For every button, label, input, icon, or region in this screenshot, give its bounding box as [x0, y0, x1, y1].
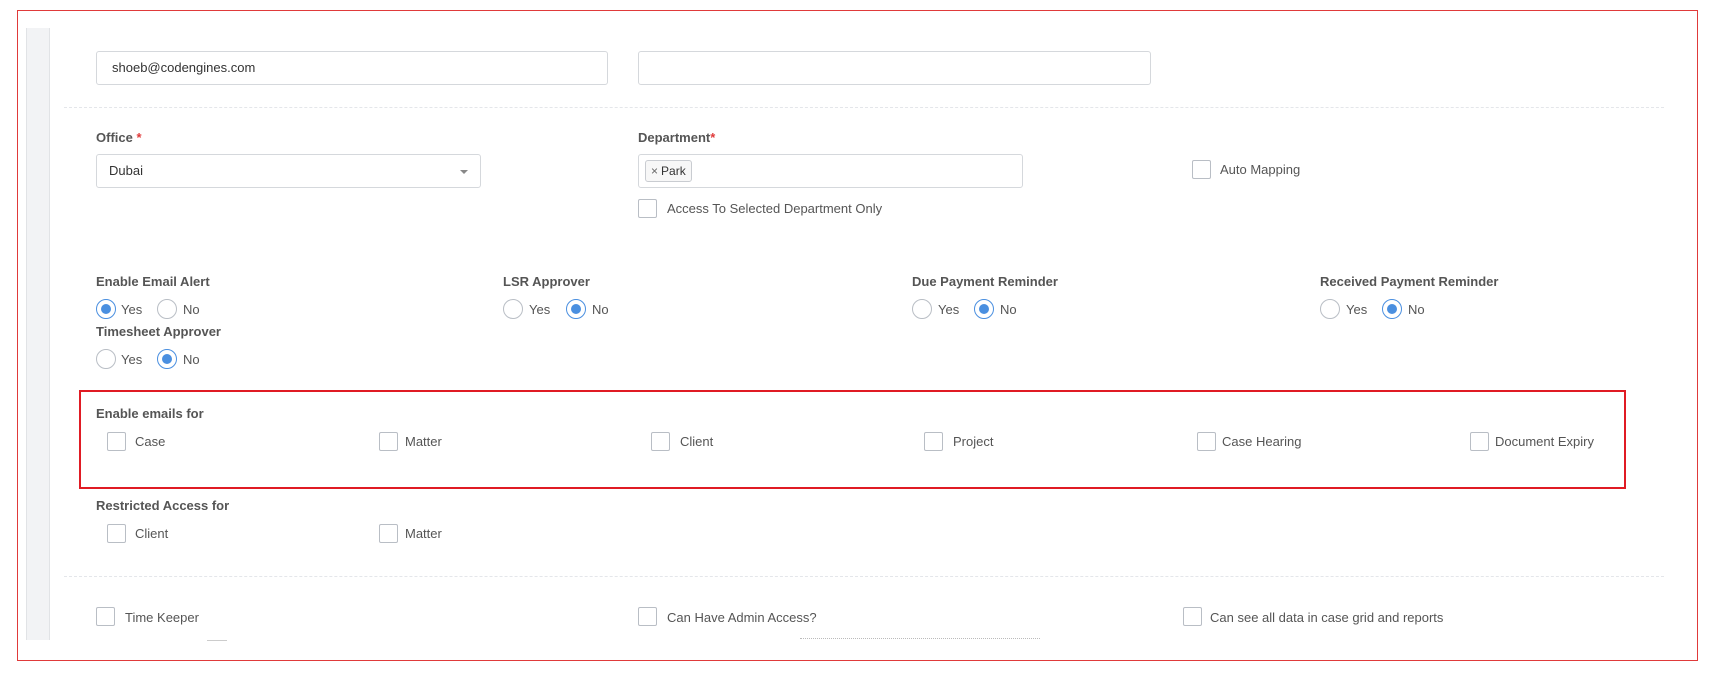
lsr-approver-no-radio[interactable] — [566, 299, 586, 319]
enable-email-project-label: Project — [953, 434, 994, 449]
see-all-data-checkbox[interactable] — [1183, 607, 1202, 626]
enable-email-project-checkbox[interactable] — [924, 432, 943, 451]
left-scroll-gutter — [26, 28, 50, 640]
radio-label: Yes — [529, 302, 551, 317]
received-payment-reminder-label: Received Payment Reminder — [1320, 274, 1499, 289]
due-payment-reminder-label: Due Payment Reminder — [912, 274, 1058, 289]
enable-emails-label: Enable emails for — [96, 406, 204, 421]
office-selected-value: Dubai — [109, 163, 143, 178]
auto-mapping-label: Auto Mapping — [1220, 162, 1301, 177]
enable-email-case-hearing-checkbox[interactable] — [1197, 432, 1216, 451]
timesheet-approver-no-radio[interactable] — [157, 349, 177, 369]
cut-off-text-edge — [800, 638, 1040, 642]
enable-email-case-label: Case — [135, 434, 166, 449]
radio-label: Yes — [938, 302, 960, 317]
admin-access-checkbox[interactable] — [638, 607, 657, 626]
enable-emails-highlight-box — [79, 390, 1626, 489]
access-selected-department-label: Access To Selected Department Only — [667, 201, 883, 216]
enable-email-document-expiry-label: Document Expiry — [1495, 434, 1594, 449]
enable-email-matter-checkbox[interactable] — [379, 432, 398, 451]
radio-label: Yes — [121, 352, 143, 367]
radio-label: Yes — [121, 302, 143, 317]
department-label: Department* — [638, 130, 716, 145]
due-payment-reminder-no-radio[interactable] — [974, 299, 994, 319]
chevron-down-icon — [460, 170, 468, 174]
auto-mapping-checkbox[interactable] — [1192, 160, 1211, 179]
lsr-approver-label: LSR Approver — [503, 274, 590, 289]
enable-email-alert-yes-radio[interactable] — [96, 299, 116, 319]
enable-email-document-expiry-checkbox[interactable] — [1470, 432, 1489, 451]
restricted-client-checkbox[interactable] — [107, 524, 126, 543]
cut-off-field-edge — [207, 640, 227, 641]
section-divider — [64, 576, 1664, 577]
restricted-access-label: Restricted Access for — [96, 498, 230, 513]
enable-email-matter-label: Matter — [405, 434, 442, 449]
enable-email-alert-no-radio[interactable] — [157, 299, 177, 319]
restricted-matter-checkbox[interactable] — [379, 524, 398, 543]
restricted-matter-label: Matter — [405, 526, 442, 541]
enable-email-client-label: Client — [680, 434, 714, 449]
office-select[interactable]: Dubai — [96, 154, 481, 188]
timesheet-approver-yes-radio[interactable] — [96, 349, 116, 369]
department-tag[interactable]: × Park — [645, 160, 692, 182]
enable-email-case-hearing-label: Case Hearing — [1222, 434, 1302, 449]
radio-label: No — [592, 302, 609, 317]
time-keeper-label: Time Keeper — [125, 610, 199, 625]
due-payment-reminder-yes-radio[interactable] — [912, 299, 932, 319]
secondary-field[interactable] — [638, 51, 1151, 85]
email-field[interactable]: shoeb@codengines.com — [96, 51, 608, 85]
radio-label: No — [183, 302, 200, 317]
enable-email-alert-label: Enable Email Alert — [96, 274, 210, 289]
radio-label: No — [1408, 302, 1425, 317]
time-keeper-checkbox[interactable] — [96, 607, 115, 626]
radio-label: Yes — [1346, 302, 1368, 317]
timesheet-approver-label: Timesheet Approver — [96, 324, 221, 339]
radio-label: No — [183, 352, 200, 367]
received-payment-reminder-yes-radio[interactable] — [1320, 299, 1340, 319]
office-label: Office * — [96, 130, 142, 145]
restricted-client-label: Client — [135, 526, 169, 541]
enable-email-client-checkbox[interactable] — [651, 432, 670, 451]
access-selected-department-checkbox[interactable] — [638, 199, 657, 218]
admin-access-label: Can Have Admin Access? — [667, 610, 817, 625]
remove-tag-icon[interactable]: × — [651, 164, 658, 178]
department-multiselect[interactable]: × Park — [638, 154, 1023, 188]
radio-label: No — [1000, 302, 1017, 317]
enable-email-case-checkbox[interactable] — [107, 432, 126, 451]
received-payment-reminder-no-radio[interactable] — [1382, 299, 1402, 319]
see-all-data-label: Can see all data in case grid and report… — [1210, 610, 1444, 625]
section-divider — [64, 107, 1664, 108]
lsr-approver-yes-radio[interactable] — [503, 299, 523, 319]
